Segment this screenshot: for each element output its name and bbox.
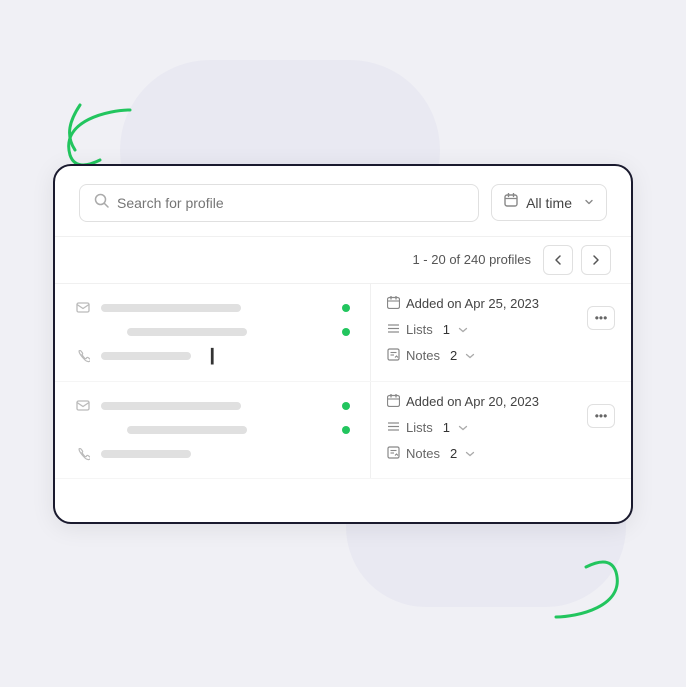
profile-row-name-2: [75, 422, 350, 438]
status-dot-2: [342, 328, 350, 336]
profile-row-phone-1: ▎: [75, 348, 350, 365]
spacer-icon-1: [75, 324, 91, 340]
notes-count-2: 2: [450, 446, 457, 461]
profile-right-1: Added on Apr 25, 2023 Lists 1: [371, 284, 631, 381]
pagination-row: 1 - 20 of 240 profiles: [55, 237, 631, 284]
more-button-1[interactable]: •••: [587, 306, 615, 330]
table-row: ▎ Added on Apr 25, 2023: [55, 284, 631, 382]
more-button-2[interactable]: •••: [587, 404, 615, 428]
date-filter[interactable]: All time: [491, 184, 607, 221]
notes-row-1: Notes 2: [387, 348, 615, 364]
phone-icon-1: [75, 348, 91, 364]
calendar-icon-small-1: [387, 296, 400, 312]
calendar-icon: [504, 193, 518, 212]
notes-dropdown-1[interactable]: [465, 348, 475, 363]
green-curve-bottom-right: [546, 547, 636, 627]
notes-label-1: Notes: [406, 348, 440, 363]
spacer-icon-2: [75, 422, 91, 438]
profile-left-2: [55, 382, 371, 478]
lists-row-2: Lists 1 •••: [387, 416, 615, 440]
top-bar: All time: [55, 166, 631, 237]
profile-row-email-1: [75, 300, 350, 316]
added-date-row-2: Added on Apr 20, 2023: [387, 394, 615, 410]
title-bar-1: [127, 328, 247, 336]
phone-icon-2: [75, 446, 91, 462]
added-date-label-1: Added on Apr 25, 2023: [406, 296, 539, 311]
search-box[interactable]: [79, 184, 479, 222]
status-dot-4: [342, 426, 350, 434]
lists-icon-2: [387, 420, 400, 436]
notes-icon-1: [387, 348, 400, 364]
date-filter-label: All time: [526, 195, 572, 211]
lists-row-1: Lists 1 •••: [387, 318, 615, 342]
notes-count-1: 2: [450, 348, 457, 363]
notes-dropdown-2[interactable]: [465, 446, 475, 461]
status-dot-1: [342, 304, 350, 312]
notes-row-2: Notes 2: [387, 446, 615, 462]
name-bar-1: [101, 304, 241, 312]
added-date-label-2: Added on Apr 20, 2023: [406, 394, 539, 409]
lists-label-1: Lists: [406, 322, 433, 337]
profile-list: ▎ Added on Apr 25, 2023: [55, 284, 631, 479]
profile-row-email-2: [75, 398, 350, 414]
profile-row-name-1: [75, 324, 350, 340]
lists-count-2: 1: [443, 420, 450, 435]
lists-icon-1: [387, 322, 400, 338]
chevron-down-icon: [584, 194, 594, 212]
lists-label-2: Lists: [406, 420, 433, 435]
phone-bar-1: [101, 352, 191, 360]
profile-right-2: Added on Apr 20, 2023 Lists 1: [371, 382, 631, 478]
notes-icon-2: [387, 446, 400, 462]
green-curve-top-left: [50, 100, 140, 170]
notes-label-2: Notes: [406, 446, 440, 461]
profile-row-phone-2: [75, 446, 350, 462]
email-icon: [75, 300, 91, 316]
search-icon: [94, 193, 109, 213]
main-card: All time 1 - 20 of 240 profiles: [53, 164, 633, 524]
title-bar-2: [127, 426, 247, 434]
calendar-icon-small-2: [387, 394, 400, 410]
phone-bar-2: [101, 450, 191, 458]
status-dot-3: [342, 402, 350, 410]
next-page-button[interactable]: [581, 245, 611, 275]
search-input[interactable]: [117, 195, 464, 211]
added-date-row-1: Added on Apr 25, 2023: [387, 296, 615, 312]
name-bar-2: [101, 402, 241, 410]
lists-dropdown-1[interactable]: [458, 322, 468, 337]
prev-page-button[interactable]: [543, 245, 573, 275]
pagination-text: 1 - 20 of 240 profiles: [412, 252, 531, 267]
email-icon-2: [75, 398, 91, 414]
lists-count-1: 1: [443, 322, 450, 337]
table-row: Added on Apr 20, 2023 Lists 1: [55, 382, 631, 479]
profile-left-1: ▎: [55, 284, 371, 381]
cursor-indicator: ▎: [211, 348, 222, 365]
lists-dropdown-2[interactable]: [458, 420, 468, 435]
